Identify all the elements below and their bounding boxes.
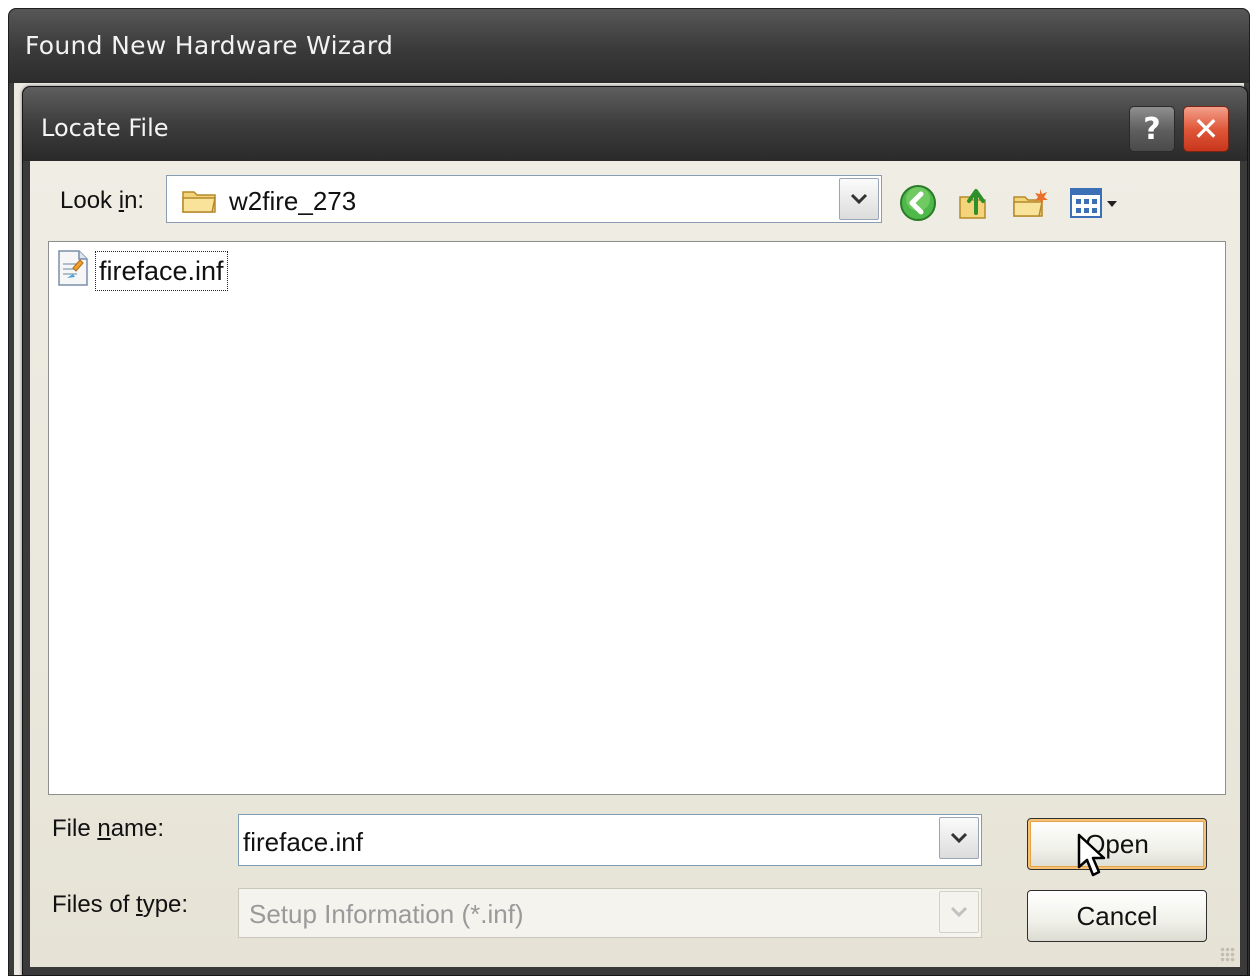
close-icon: ✕ <box>1192 110 1220 148</box>
chevron-down-icon <box>950 906 968 918</box>
dialog-body: Look in: w2fire_273 fireface.inf File na… <box>30 161 1240 967</box>
file-name-dropdown-button[interactable] <box>939 817 979 859</box>
open-button[interactable]: Open <box>1027 818 1207 870</box>
list-item[interactable]: fireface.inf <box>55 248 228 293</box>
file-list[interactable]: fireface.inf <box>48 241 1226 795</box>
mouse-cursor-icon <box>1076 833 1110 884</box>
files-of-type-value: Setup Information (*.inf) <box>249 899 524 929</box>
file-name-label: fireface.inf <box>95 250 228 291</box>
close-button[interactable]: ✕ <box>1183 106 1229 152</box>
cancel-button-label: Cancel <box>1076 900 1158 931</box>
look-in-label: Look in: <box>60 187 145 214</box>
files-of-type-combobox[interactable]: Setup Information (*.inf) <box>238 888 982 938</box>
files-of-type-dropdown-button[interactable] <box>939 891 979 933</box>
screen: Found New Hardware Wizard Locate File ? … <box>0 0 1250 976</box>
help-icon: ? <box>1143 111 1161 147</box>
help-button[interactable]: ? <box>1129 106 1175 152</box>
look-in-value: w2fire_273 <box>229 186 357 216</box>
dialog-title: Locate File <box>41 114 169 142</box>
files-of-type-label: Files of type: <box>52 891 189 918</box>
wizard-title: Found New Hardware Wizard <box>25 31 394 60</box>
file-name-combobox[interactable]: fireface.inf <box>238 814 982 866</box>
look-in-combobox[interactable]: w2fire_273 <box>166 175 882 223</box>
view-menu-icon[interactable] <box>1066 181 1126 225</box>
wizard-title-bar[interactable]: Found New Hardware Wizard <box>9 9 1249 83</box>
chevron-down-icon <box>850 193 868 205</box>
dialog-title-bar[interactable]: Locate File ? ✕ <box>23 87 1247 161</box>
back-icon[interactable] <box>896 181 940 225</box>
setup-information-file-icon <box>55 248 91 293</box>
look-in-dropdown-button[interactable] <box>839 178 879 220</box>
chevron-down-icon <box>950 832 968 844</box>
new-folder-icon[interactable] <box>1008 181 1052 225</box>
file-name-label: File name: <box>52 815 165 842</box>
folder-icon <box>181 187 219 220</box>
resize-grip-icon[interactable] <box>1220 947 1236 963</box>
file-name-input[interactable]: fireface.inf <box>243 827 363 858</box>
up-folder-icon[interactable] <box>952 181 996 225</box>
cancel-button[interactable]: Cancel <box>1027 890 1207 942</box>
locate-file-dialog: Locate File ? ✕ Look in: w2fire_273 fire… <box>22 86 1248 976</box>
